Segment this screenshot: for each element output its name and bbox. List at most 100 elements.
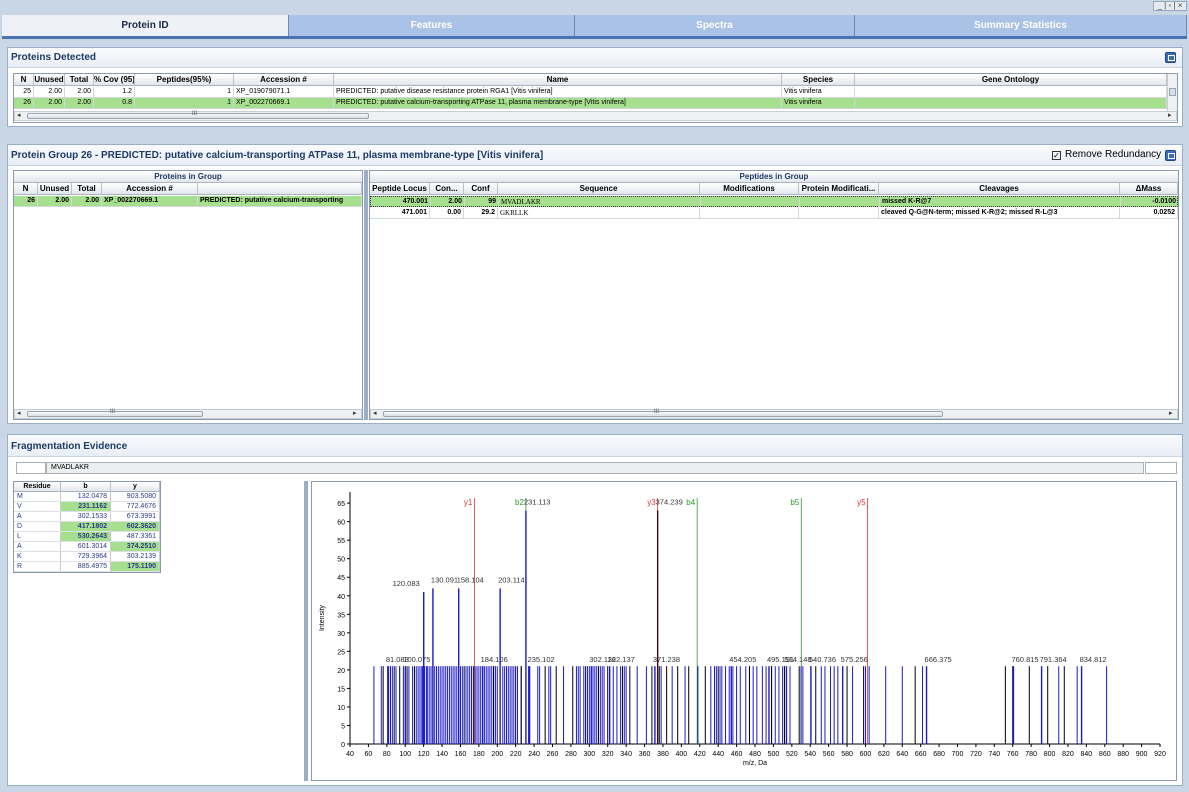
x-tick-label: 480 — [749, 751, 761, 758]
maximize-icon[interactable] — [1165, 52, 1176, 63]
col-total[interactable]: Total — [65, 74, 94, 86]
x-tick-label: 660 — [915, 751, 927, 758]
col-peptide-locus[interactable]: Peptide Locus — [370, 183, 430, 195]
scroll-thumb[interactable]: III — [383, 409, 943, 417]
col-cov[interactable]: % Cov (95) — [94, 74, 135, 86]
tab-protein-id[interactable]: Protein ID — [2, 15, 289, 36]
col-cleavages[interactable]: Cleavages — [879, 183, 1120, 195]
scroll-thumb[interactable] — [1169, 88, 1176, 96]
cell-name: PREDICTED: putative calcium-transporting — [198, 196, 362, 206]
scroll-left-icon[interactable]: ◂ — [17, 111, 21, 119]
cell-protmods — [799, 208, 879, 218]
vertical-scrollbar[interactable] — [1167, 74, 1177, 111]
y-tick-label: 5 — [341, 723, 345, 730]
scroll-thumb[interactable]: III — [27, 111, 369, 119]
col-modifications[interactable]: Modifications — [700, 183, 799, 195]
x-tick-label: 920 — [1154, 751, 1166, 758]
x-tick-label: 800 — [1044, 751, 1056, 758]
cell-sequence: GKRLLK — [498, 208, 700, 218]
cell-accession: XP_002270669.1 — [102, 196, 198, 206]
checkbox-checked-icon[interactable]: ✓ — [1052, 151, 1061, 160]
fragment-row[interactable]: L 530.2643 487.3361 — [14, 532, 160, 542]
x-axis-title: m/z, Da — [743, 760, 767, 767]
scroll-right-icon[interactable]: ▸ — [1169, 409, 1173, 417]
x-tick-label: 780 — [1025, 751, 1037, 758]
col-species[interactable]: Species — [782, 74, 855, 86]
col-conf[interactable]: Conf — [464, 183, 498, 195]
window-controls[interactable]: _ | ▫ | × — [1153, 1, 1187, 11]
col-protein-modifications[interactable]: Protein Modificati... — [799, 183, 879, 195]
y-tick-label: 15 — [337, 686, 345, 693]
splitter-handle[interactable] — [304, 481, 308, 781]
fragment-row[interactable]: V 231.1162 772.4676 — [14, 502, 160, 512]
scroll-thumb[interactable]: III — [27, 409, 203, 417]
scroll-left-icon[interactable]: ◂ — [17, 409, 21, 417]
fragment-row[interactable]: D 417.1802 602.3620 — [14, 522, 160, 532]
tab-features[interactable]: Features — [289, 15, 575, 36]
table-row[interactable]: 471.001 0.00 29.2 GKRLLK cleaved Q-G@N-t… — [370, 208, 1178, 219]
col-sequence[interactable]: Sequence — [498, 183, 700, 195]
table-row-selected[interactable]: 470.001 2.00 99 MVADLAKR missed K-R@7 -0… — [370, 196, 1178, 207]
horizontal-scrollbar[interactable]: ◂ III ▸ — [14, 111, 1177, 121]
fragment-row[interactable]: M 132.0478 903.5080 — [14, 492, 160, 502]
col-name[interactable] — [198, 183, 362, 195]
cell-unused: 2.00 — [38, 196, 72, 206]
maximize-icon[interactable] — [1165, 150, 1176, 161]
fragment-row[interactable]: R 885.4975 175.1190 — [14, 562, 160, 572]
x-tick-label: 300 — [583, 751, 595, 758]
fragment-cell: 772.4676 — [111, 502, 160, 511]
tab-spectra[interactable]: Spectra — [575, 15, 855, 36]
fragment-cell: 903.5080 — [111, 492, 160, 501]
peak-label: 454.205 — [729, 655, 756, 664]
fragment-row[interactable]: K 729.3964 303.2139 — [14, 552, 160, 562]
grip-marker: III — [192, 111, 198, 117]
scroll-left-icon[interactable]: ◂ — [373, 409, 377, 417]
fragment-cell: D — [14, 522, 61, 531]
horizontal-scrollbar[interactable]: ◂ III ▸ — [14, 409, 362, 419]
fragment-cell: 601.3014 — [61, 542, 111, 551]
horizontal-scrollbar[interactable]: ◂ III ▸ — [370, 409, 1178, 419]
col-n[interactable]: N — [14, 74, 34, 86]
table-row-selected[interactable]: 26 2.00 2.00 XP_002270669.1 PREDICTED: p… — [14, 196, 362, 207]
col-unused[interactable]: Unused — [38, 183, 72, 195]
main-tab-bar: Protein ID Features Spectra Summary Stat… — [2, 15, 1187, 36]
x-tick-label: 620 — [878, 751, 890, 758]
fragmentation-title: Fragmentation Evidence — [11, 441, 128, 452]
fragmentation-header: Fragmentation Evidence — [8, 435, 1182, 457]
col-name[interactable]: Name — [334, 74, 782, 86]
col-contrib[interactable]: Con... — [430, 183, 464, 195]
spectrum-chart[interactable]: 0 5 10 15 20 25 30 35 40 45 50 55 60 65 40 60 80 100 120 14… — [312, 482, 1176, 780]
col-delta-mass[interactable]: ΔMass — [1120, 183, 1178, 195]
col-b[interactable]: b — [61, 482, 111, 492]
col-accession[interactable]: Accession # — [234, 74, 334, 86]
col-accession[interactable]: Accession # — [102, 183, 198, 195]
cell-unused: 2.00 — [34, 87, 65, 97]
col-gene-ontology[interactable]: Gene Ontology — [855, 74, 1167, 86]
fragment-cell: A — [14, 542, 61, 551]
col-residue[interactable]: Residue — [14, 482, 61, 492]
scroll-right-icon[interactable]: ▸ — [1168, 111, 1172, 119]
col-n[interactable]: N — [14, 183, 38, 195]
col-unused[interactable]: Unused — [34, 74, 65, 86]
col-y[interactable]: y — [111, 482, 160, 492]
col-total[interactable]: Total — [72, 183, 102, 195]
cell-contrib: 2.00 — [431, 197, 465, 207]
tab-summary-statistics[interactable]: Summary Statistics — [855, 15, 1187, 36]
fragment-row[interactable]: A 302.1533 673.3991 — [14, 512, 160, 522]
peak-label: 158.104 — [457, 575, 484, 584]
fragment-cell: A — [14, 512, 61, 521]
peak-label: 791.364 — [1040, 655, 1067, 664]
cell-delta-mass: 0.0252 — [1120, 208, 1178, 218]
table-row[interactable]: 25 2.00 2.00 1.2 1 XP_019079071.1 PREDIC… — [14, 87, 1167, 98]
peptide-sequence-field[interactable]: MVADLAKR — [46, 462, 1144, 474]
scroll-right-icon[interactable]: ▸ — [353, 409, 357, 417]
x-tick-label: 860 — [1099, 751, 1111, 758]
x-tick-label: 340 — [620, 751, 632, 758]
ion-marker-label: y5 — [857, 498, 866, 507]
remove-redundancy-checkbox[interactable]: ✓ Remove Redundancy — [1052, 149, 1161, 160]
table-row-selected[interactable]: 26 2.00 2.00 0.8 1 XP_002270669.1 PREDIC… — [14, 98, 1167, 109]
col-peptides[interactable]: Peptides(95%) — [135, 74, 234, 86]
fragment-cell: 175.1190 — [111, 562, 160, 571]
fragment-row[interactable]: A 601.3014 374.2510 — [14, 542, 160, 552]
splitter-handle[interactable] — [364, 170, 368, 420]
